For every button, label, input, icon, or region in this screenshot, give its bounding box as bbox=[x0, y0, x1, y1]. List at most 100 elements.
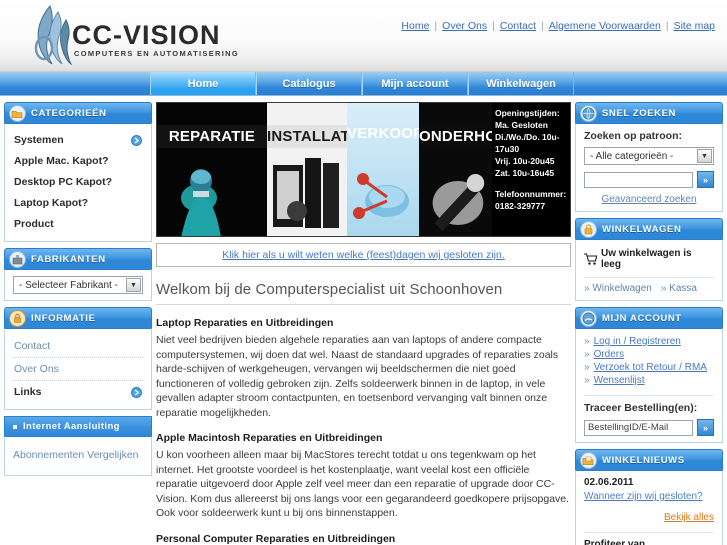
top-link-separator: | bbox=[541, 20, 544, 32]
trace-order-submit-button[interactable]: » bbox=[697, 419, 714, 436]
banner-label-onderhoud: ONDERHOUD bbox=[419, 125, 492, 148]
cart-link-kassa-label[interactable]: Kassa bbox=[669, 283, 697, 294]
search-category-select[interactable]: - Alle categorieën - ▼ bbox=[584, 147, 714, 165]
info-link-links[interactable]: Links bbox=[14, 386, 41, 398]
nav-tab-winkelwagen[interactable]: Winkelwagen bbox=[468, 72, 574, 95]
account-link-rma[interactable]: Verzoek tot Retour / RMA bbox=[594, 362, 707, 373]
top-link-sitemap[interactable]: Site map bbox=[674, 20, 715, 32]
shopping-cart-icon bbox=[584, 253, 597, 265]
logo-flame-icon bbox=[34, 5, 73, 66]
nav-tab-home[interactable]: Home bbox=[150, 72, 256, 95]
account-link-login[interactable]: Log in / Registreren bbox=[594, 336, 681, 347]
banner-label-verkoop: VERKOOP bbox=[347, 125, 419, 142]
main-navigation: Home Catalogus Mijn account Winkelwagen bbox=[0, 72, 727, 96]
news-view-all-link[interactable]: Bekijk alles bbox=[664, 512, 714, 523]
internet-link-vergelijken[interactable]: Abonnementen Vergelijken bbox=[13, 449, 139, 461]
banner-image-servers bbox=[267, 103, 347, 236]
info-link-over-ons[interactable]: Over Ons bbox=[14, 363, 59, 375]
fabrikant-select[interactable]: - Selecteer Fabrikant - ▼ bbox=[13, 276, 143, 294]
factory-icon bbox=[9, 250, 26, 268]
fabrikanten-box: FABRIKANTEN - Selecteer Fabrikant - ▼ bbox=[4, 248, 152, 301]
categories-body: Systemen Apple Mac. Kapot? Desktop PC Ka… bbox=[4, 123, 152, 242]
top-link-over-ons[interactable]: Over Ons bbox=[442, 20, 487, 32]
site-header: CC-VISION COMPUTERS EN AUTOMATISERING Ho… bbox=[0, 0, 727, 72]
logo-title: CC-VISION bbox=[72, 20, 221, 50]
site-logo[interactable]: CC-VISION COMPUTERS EN AUTOMATISERING bbox=[30, 4, 239, 66]
cart-box: WINKELWAGEN Uw winkelwagen is leeg » Win… bbox=[575, 218, 723, 301]
nav-tab-catalogus[interactable]: Catalogus bbox=[256, 72, 362, 95]
chevron-down-icon[interactable]: ▼ bbox=[697, 149, 712, 163]
account-link-wishlist[interactable]: Wensenlijst bbox=[594, 375, 645, 386]
search-submit-button[interactable]: » bbox=[697, 171, 714, 188]
section-heading-apple: Apple Macintosh Reparaties en Uitbreidin… bbox=[156, 432, 383, 444]
info-item-links[interactable]: Links bbox=[13, 381, 143, 403]
banner-opening-hours: Openingstijden: Ma. Gesloten Di./Wo./Do.… bbox=[492, 103, 570, 236]
chevron-down-icon[interactable]: ▼ bbox=[126, 278, 141, 292]
search-box: SNEL ZOEKEN Zoeken op patroon: - Alle ca… bbox=[575, 102, 723, 212]
cart-link-winkelwagen-label[interactable]: Winkelwagen bbox=[592, 283, 651, 294]
chevron-double-icon: » bbox=[584, 336, 590, 347]
folder-icon bbox=[9, 104, 26, 122]
account-header: MIJN ACCOUNT bbox=[575, 307, 723, 328]
category-item-product[interactable]: Product bbox=[13, 214, 143, 235]
account-link-orders-row[interactable]: » Orders bbox=[584, 348, 714, 361]
globe-search-icon bbox=[580, 104, 597, 122]
cart-link-kassa[interactable]: » Kassa bbox=[661, 283, 697, 294]
banner-panel-onderhoud[interactable]: ONDERHOUD bbox=[419, 103, 492, 236]
section-laptop: Laptop Reparaties en Uitbreidingen Niet … bbox=[156, 317, 571, 420]
trace-order-input[interactable] bbox=[584, 419, 693, 436]
closed-days-link[interactable]: Klik hier als u wilt weten welke (feest)… bbox=[222, 249, 504, 261]
account-link-rma-row[interactable]: » Verzoek tot Retour / RMA bbox=[584, 361, 714, 374]
trace-order-label: Traceer Bestelling(en): bbox=[584, 402, 698, 414]
section-body-laptop: Niet veel bedrijven bieden algehele repa… bbox=[156, 334, 559, 419]
category-item-desktop-pc[interactable]: Desktop PC Kapot? bbox=[13, 172, 143, 193]
cart-header: WINKELWAGEN bbox=[575, 218, 723, 239]
category-item-laptop[interactable]: Laptop Kapot? bbox=[13, 193, 143, 214]
category-item-apple-mac[interactable]: Apple Mac. Kapot? bbox=[13, 151, 143, 172]
informatie-title: INFORMATIE bbox=[31, 312, 96, 324]
hours-line-zat: Zat. 10u-16u45 bbox=[495, 168, 555, 178]
user-account-icon bbox=[580, 309, 597, 327]
nav-tab-mijn-account[interactable]: Mijn account bbox=[362, 72, 468, 95]
top-link-home[interactable]: Home bbox=[401, 20, 429, 32]
closed-days-notice[interactable]: Klik hier als u wilt weten welke (feest)… bbox=[156, 243, 571, 267]
informatie-body: Contact Over Ons Links bbox=[4, 328, 152, 410]
services-banner[interactable]: REPARATIE INSTALLATIE bbox=[156, 102, 571, 237]
phone-number: 0182-329777 bbox=[495, 201, 546, 211]
account-link-wishlist-row[interactable]: » Wensenlijst bbox=[584, 374, 714, 387]
top-link-separator: | bbox=[665, 20, 669, 32]
banner-panel-verkoop[interactable]: VERKOOP bbox=[347, 103, 419, 236]
top-link-voorwaarden[interactable]: Algemene Voorwaarden bbox=[549, 20, 661, 32]
account-title: MIJN ACCOUNT bbox=[602, 312, 682, 324]
chevron-double-icon: » bbox=[584, 375, 590, 386]
news-headline-link[interactable]: Wanneer zijn wij gesloten? bbox=[584, 491, 703, 502]
category-label: Product bbox=[14, 218, 54, 230]
info-link-contact[interactable]: Contact bbox=[14, 340, 50, 352]
category-item-systemen[interactable]: Systemen bbox=[13, 130, 143, 151]
cart-empty-message: Uw winkelwagen is leeg bbox=[584, 246, 714, 277]
cart-links: » Winkelwagen » Kassa bbox=[584, 277, 714, 294]
info-item-contact[interactable]: Contact bbox=[13, 335, 143, 358]
banner-label-installatie: INSTALLATIE bbox=[267, 125, 347, 148]
category-label: Laptop Kapot? bbox=[14, 197, 89, 209]
info-item-over-ons[interactable]: Over Ons bbox=[13, 358, 143, 381]
account-link-login-row[interactable]: » Log in / Registreren bbox=[584, 335, 714, 348]
hours-title: Openingstijden: bbox=[495, 108, 560, 118]
right-sidebar: SNEL ZOEKEN Zoeken op patroon: - Alle ca… bbox=[575, 102, 723, 545]
hours-line-vrij: Vrij. 10u-20u45 bbox=[495, 156, 555, 166]
banner-panel-installatie[interactable]: INSTALLATIE bbox=[267, 103, 347, 236]
news-view-all[interactable]: Bekijk alles bbox=[584, 511, 714, 523]
banner-panel-reparatie[interactable]: REPARATIE bbox=[157, 103, 267, 236]
account-link-orders[interactable]: Orders bbox=[594, 349, 625, 360]
account-body: » Log in / Registreren » Orders » Verzoe… bbox=[575, 328, 723, 443]
cart-link-winkelwagen[interactable]: » Winkelwagen bbox=[584, 283, 652, 294]
search-input[interactable] bbox=[584, 171, 693, 188]
section-apple: Apple Macintosh Reparaties en Uitbreidin… bbox=[156, 432, 571, 521]
category-label: Apple Mac. Kapot? bbox=[14, 155, 109, 167]
top-link-contact[interactable]: Contact bbox=[500, 20, 536, 32]
top-link-separator: | bbox=[434, 20, 438, 32]
advanced-search-link[interactable]: Geavanceerd zoeken bbox=[601, 194, 696, 205]
chevron-double-icon: » bbox=[584, 349, 590, 360]
main-content: REPARATIE INSTALLATIE bbox=[156, 102, 571, 545]
